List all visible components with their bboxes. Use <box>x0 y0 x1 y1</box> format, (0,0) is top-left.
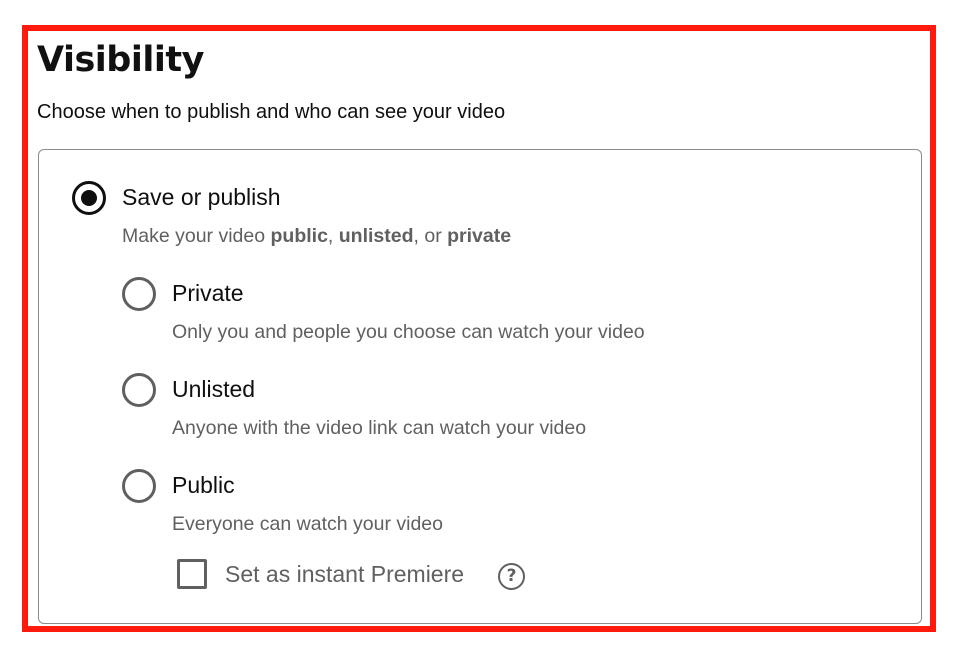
page-subtitle: Choose when to publish and who can see y… <box>37 101 506 123</box>
page-title: Visibility <box>37 40 204 80</box>
highlight-frame: Visibility Choose when to publish and wh… <box>22 25 936 632</box>
desc-sep1: , <box>327 225 339 247</box>
public-radio[interactable] <box>122 469 156 503</box>
visibility-options-panel: Save or publish Make your video public, … <box>38 149 922 624</box>
unlisted-label[interactable]: Unlisted <box>172 376 255 403</box>
private-label[interactable]: Private <box>172 280 244 307</box>
instant-premiere-checkbox[interactable] <box>177 559 207 589</box>
unlisted-radio[interactable] <box>122 373 156 407</box>
instant-premiere-label[interactable]: Set as instant Premiere <box>225 561 464 588</box>
desc-sep2: , or <box>413 225 448 247</box>
desc-private: private <box>447 225 512 247</box>
save-or-publish-description: Make your video public, unlisted, or pri… <box>122 225 511 248</box>
public-description: Everyone can watch your video <box>172 513 443 535</box>
desc-prefix: Make your video <box>122 225 271 247</box>
private-radio[interactable] <box>122 277 156 311</box>
desc-public: public <box>270 225 328 247</box>
save-or-publish-radio[interactable] <box>72 181 106 215</box>
save-or-publish-label[interactable]: Save or publish <box>122 184 281 211</box>
desc-unlisted: unlisted <box>338 225 414 247</box>
help-circle-icon[interactable]: ? <box>498 563 525 590</box>
unlisted-description: Anyone with the video link can watch you… <box>172 417 587 439</box>
public-label[interactable]: Public <box>172 472 235 499</box>
private-description: Only you and people you choose can watch… <box>172 321 645 343</box>
